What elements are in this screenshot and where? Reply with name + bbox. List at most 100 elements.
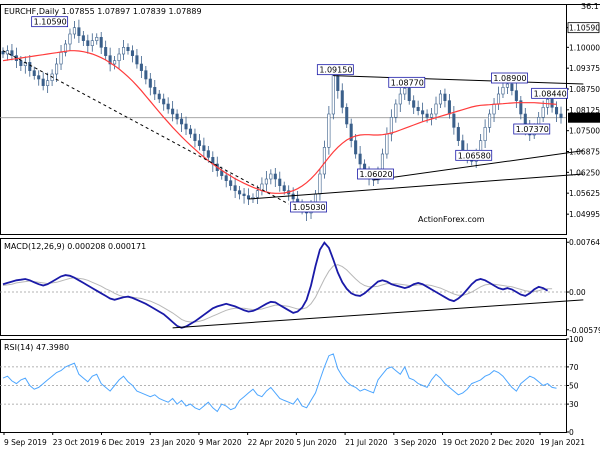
candle-body — [238, 190, 242, 195]
candle-body — [291, 193, 295, 200]
candle-body — [447, 100, 451, 115]
candle-body — [104, 47, 108, 56]
annotation-label: 1.06020 — [360, 170, 393, 179]
candle-body — [510, 83, 514, 91]
current-price-label: 1.07889 — [569, 114, 600, 123]
candle-body — [180, 118, 184, 125]
candle-body — [122, 47, 126, 55]
price-annotation: 1.08900 — [491, 72, 528, 84]
candle-body — [193, 133, 197, 141]
macd-line — [2, 241, 549, 329]
price-tick-label: 1.10590 — [569, 24, 600, 33]
candle-body — [90, 40, 94, 46]
candle-body — [28, 62, 32, 71]
price-trendline — [248, 173, 584, 200]
candle-body — [456, 127, 460, 141]
candle-body — [175, 113, 179, 120]
candle-body — [68, 33, 72, 45]
price-annotation: 1.09150 — [316, 64, 354, 76]
candle-body — [37, 75, 41, 80]
candle-body — [148, 78, 152, 88]
chart-canvas: ActionForex.com EURCHF,Daily 1.07855 1.07… — [0, 2, 600, 447]
candle-body — [113, 60, 117, 65]
candle-body — [126, 47, 130, 51]
rsi-tick-label: 50 — [569, 382, 579, 391]
candle-body — [403, 88, 407, 95]
x-tick-label: 21 Jul 2020 — [345, 438, 388, 447]
annotation-label: 1.09150 — [319, 66, 352, 75]
price-tick-label: 1.08750 — [569, 85, 600, 94]
x-tick-label: 3 Sep 2020 — [394, 438, 437, 447]
candle-body — [162, 98, 166, 105]
price-tick-label: 1.10000 — [569, 43, 600, 52]
candle-body — [327, 113, 331, 148]
candle-body — [559, 113, 563, 118]
candle-body — [117, 53, 121, 61]
macd-tick-label: 0.00 — [569, 288, 586, 297]
price-tick-label: 1.04995 — [569, 210, 600, 219]
rsi-tick-label: 70 — [569, 363, 579, 372]
candle-body — [99, 37, 103, 48]
chart-window: ActionForex.com EURCHF,Daily 1.07855 1.07… — [0, 0, 600, 450]
candle-body — [421, 110, 425, 115]
x-tick-label: 6 Dec 2019 — [101, 438, 144, 447]
candle-body — [550, 99, 554, 108]
candle-body — [398, 93, 402, 105]
price-annotation: 1.08770 — [388, 76, 426, 88]
candle-body — [340, 90, 344, 108]
candle-body — [19, 60, 23, 66]
candle-body — [1, 51, 5, 55]
candle-body — [224, 175, 228, 181]
x-tick-label: 5 Jun 2020 — [296, 438, 337, 447]
price-annotation: 1.08440 — [531, 87, 569, 99]
candle-body — [331, 75, 335, 115]
candle-body — [385, 133, 389, 155]
macd-tick-label: -0.005797 — [569, 326, 600, 335]
candle-body — [412, 100, 416, 108]
rsi-tick-label: 100 — [569, 335, 584, 344]
candle-body — [188, 128, 193, 135]
x-tick-label: 19 Oct 2020 — [443, 438, 490, 447]
candle-body — [434, 103, 438, 115]
price-annotation: 1.05030 — [290, 201, 327, 213]
candle-body — [492, 103, 496, 115]
x-tick-label: 23 Jan 2020 — [150, 438, 195, 447]
candle-body — [394, 103, 398, 118]
panel-frame-price — [0, 4, 567, 235]
candle-body — [269, 173, 273, 180]
candle-body — [139, 63, 143, 71]
annotation-label: 1.06580 — [458, 151, 491, 160]
x-tick-label: 22 Apr 2020 — [248, 438, 295, 447]
candle-body — [505, 83, 509, 88]
candle-body — [501, 87, 505, 95]
candle-body — [184, 123, 188, 130]
annotation-label: 1.05030 — [293, 203, 326, 212]
rsi-title: RSI(14) 47.3980 — [4, 343, 69, 352]
candle-body — [242, 193, 246, 196]
candle-body — [345, 107, 349, 125]
annotation-label: 1.07370 — [516, 125, 549, 134]
price-annotation: 1.10590 — [31, 16, 69, 28]
candle-body — [81, 35, 85, 41]
annotation-label: 1.08440 — [534, 89, 567, 98]
candle-body — [46, 80, 50, 86]
candle-body — [135, 55, 139, 65]
rsi-tick-label: 30 — [569, 400, 579, 409]
candle-body — [130, 50, 134, 56]
candle-body — [202, 145, 206, 151]
candle-body — [514, 90, 518, 101]
price-trendline — [333, 75, 584, 85]
macd-title: MACD(12,26,9) 0.000208 0.000171 — [4, 242, 146, 251]
candle-body — [380, 153, 384, 171]
candle-body — [166, 103, 170, 110]
candle-body — [157, 93, 161, 100]
candle-body — [278, 178, 282, 186]
candle-body — [59, 52, 63, 65]
candle-body — [354, 140, 358, 155]
candle-body — [229, 180, 233, 186]
rsi-tick-label: 0 — [569, 428, 574, 437]
candle-body — [461, 140, 465, 151]
candle-body — [153, 87, 157, 95]
candle-body — [144, 70, 148, 80]
candle-body — [264, 178, 268, 185]
